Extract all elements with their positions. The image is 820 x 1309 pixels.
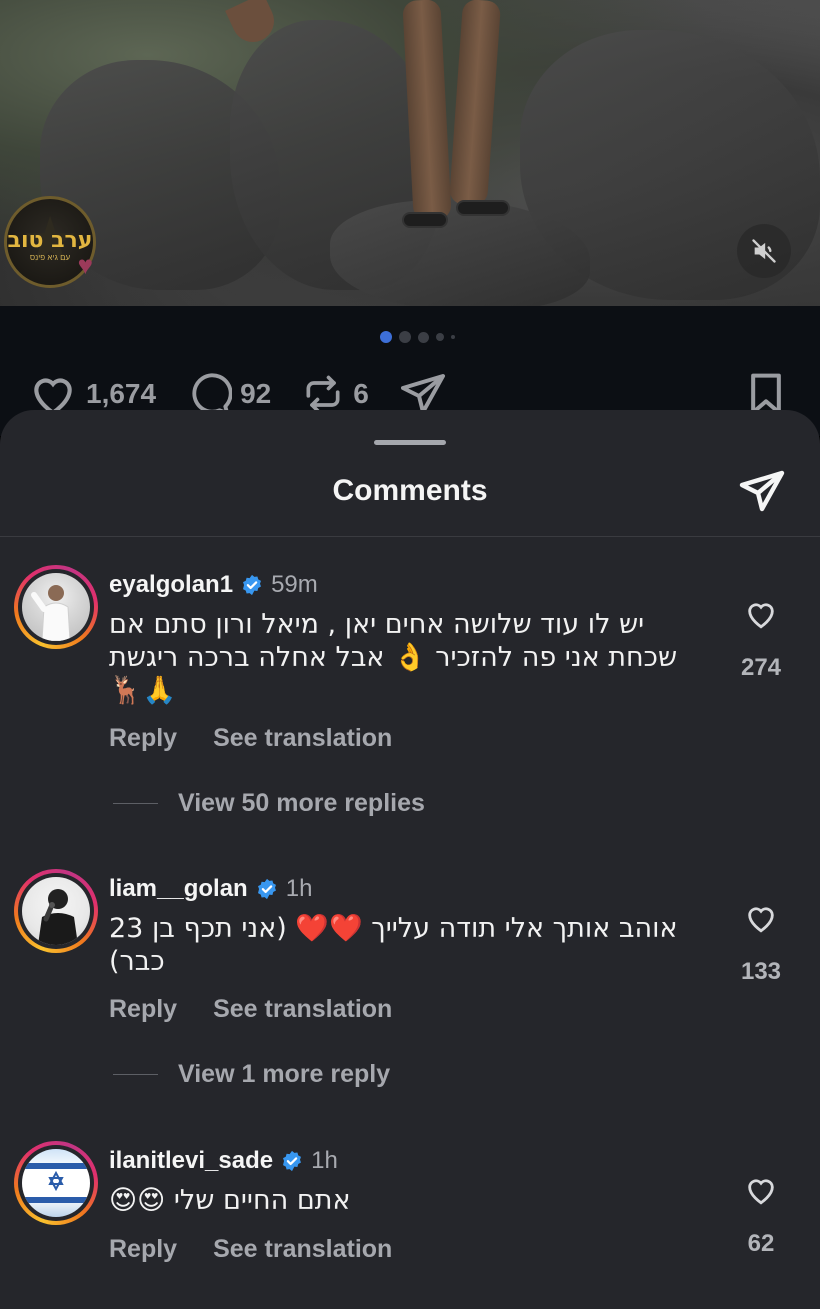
view-replies-button[interactable]: View 1 more reply	[113, 1060, 390, 1089]
avatar[interactable]	[14, 565, 98, 649]
comment-time: 1h	[311, 1147, 338, 1174]
view-replies-label: View 1 more reply	[178, 1060, 391, 1088]
reply-button[interactable]: Reply	[109, 724, 177, 753]
comment-actions: Reply See translation	[109, 995, 392, 1024]
comment-actions: Reply See translation	[109, 724, 392, 753]
verified-badge-icon	[256, 878, 278, 900]
comment-text: יש לו עוד שלושה אחים יאן , מיאל ורון סתם…	[109, 609, 678, 706]
carousel-dot	[436, 333, 444, 341]
carousel-indicator	[380, 331, 455, 343]
heart-icon[interactable]	[744, 598, 778, 630]
comment-like-count: 133	[740, 958, 782, 985]
see-translation-button[interactable]: See translation	[213, 724, 392, 753]
paper-plane-icon	[739, 470, 785, 512]
username[interactable]: ilanitlevi_sade	[109, 1147, 273, 1175]
avatar[interactable]	[14, 869, 98, 953]
reply-button[interactable]: Reply	[109, 1235, 177, 1264]
comment-like: 133	[728, 902, 794, 986]
comment-time: 1h	[285, 875, 313, 902]
verified-badge-icon	[281, 1150, 303, 1172]
comment-like: 274	[728, 598, 794, 682]
share-post-button[interactable]	[736, 466, 788, 516]
avatar[interactable]	[14, 1141, 98, 1225]
comment-time: 59m	[271, 571, 318, 598]
comment-like: 62	[728, 1174, 794, 1258]
heart-icon[interactable]	[744, 1174, 778, 1206]
see-translation-button[interactable]: See translation	[213, 1235, 392, 1264]
divider	[0, 536, 820, 537]
israeli-flag-photo	[22, 1163, 90, 1203]
verified-badge-icon	[241, 574, 263, 596]
sheet-title: Comments	[332, 474, 488, 507]
comment-like-count: 274	[740, 654, 782, 681]
like-count: 1,674	[86, 378, 157, 409]
carousel-dot	[451, 335, 455, 339]
mute-button[interactable]	[737, 224, 791, 278]
reply-button[interactable]: Reply	[109, 995, 177, 1024]
comment-actions: Reply See translation	[109, 1235, 392, 1264]
comment-header: eyalgolan1 59m	[109, 568, 318, 602]
replies-line	[113, 803, 158, 804]
channel-badge[interactable]: ★ ערב טוב עם גיא פינס ♥	[4, 196, 96, 288]
carousel-dot	[418, 331, 429, 343]
sheet-grabber[interactable]	[374, 440, 446, 445]
username[interactable]: eyalgolan1	[109, 571, 233, 599]
comment-text: אוהב אותך אלי תודה עלייך ❤️❤️ (אני תכף ב…	[109, 913, 678, 977]
username[interactable]: liam__golan	[109, 875, 248, 903]
comment-like-count: 62	[747, 1230, 775, 1257]
replies-line	[113, 1074, 158, 1075]
see-translation-button[interactable]: See translation	[213, 995, 392, 1024]
post-media[interactable]: ★ ערב טוב עם גיא פינס ♥	[0, 0, 820, 306]
comment-text: אתם החיים שלי 😍😍	[109, 1185, 351, 1216]
repost-count: 6	[353, 378, 369, 409]
comment-header: liam__golan 1h	[109, 872, 312, 906]
heart-icon: ♥	[77, 250, 93, 280]
carousel-dot	[380, 331, 392, 343]
person-legs	[400, 0, 510, 250]
comment-header: ilanitlevi_sade 1h	[109, 1144, 338, 1178]
profile-photo	[31, 585, 71, 641]
view-replies-label: View 50 more replies	[178, 789, 425, 817]
carousel-dot	[399, 331, 411, 343]
badge-subtitle: עם גיא פינס	[29, 253, 71, 262]
comment-count: 92	[240, 378, 272, 409]
view-replies-button[interactable]: View 50 more replies	[113, 789, 425, 818]
speaker-muted-icon	[752, 239, 776, 263]
profile-photo	[38, 889, 78, 945]
heart-icon[interactable]	[744, 902, 778, 934]
